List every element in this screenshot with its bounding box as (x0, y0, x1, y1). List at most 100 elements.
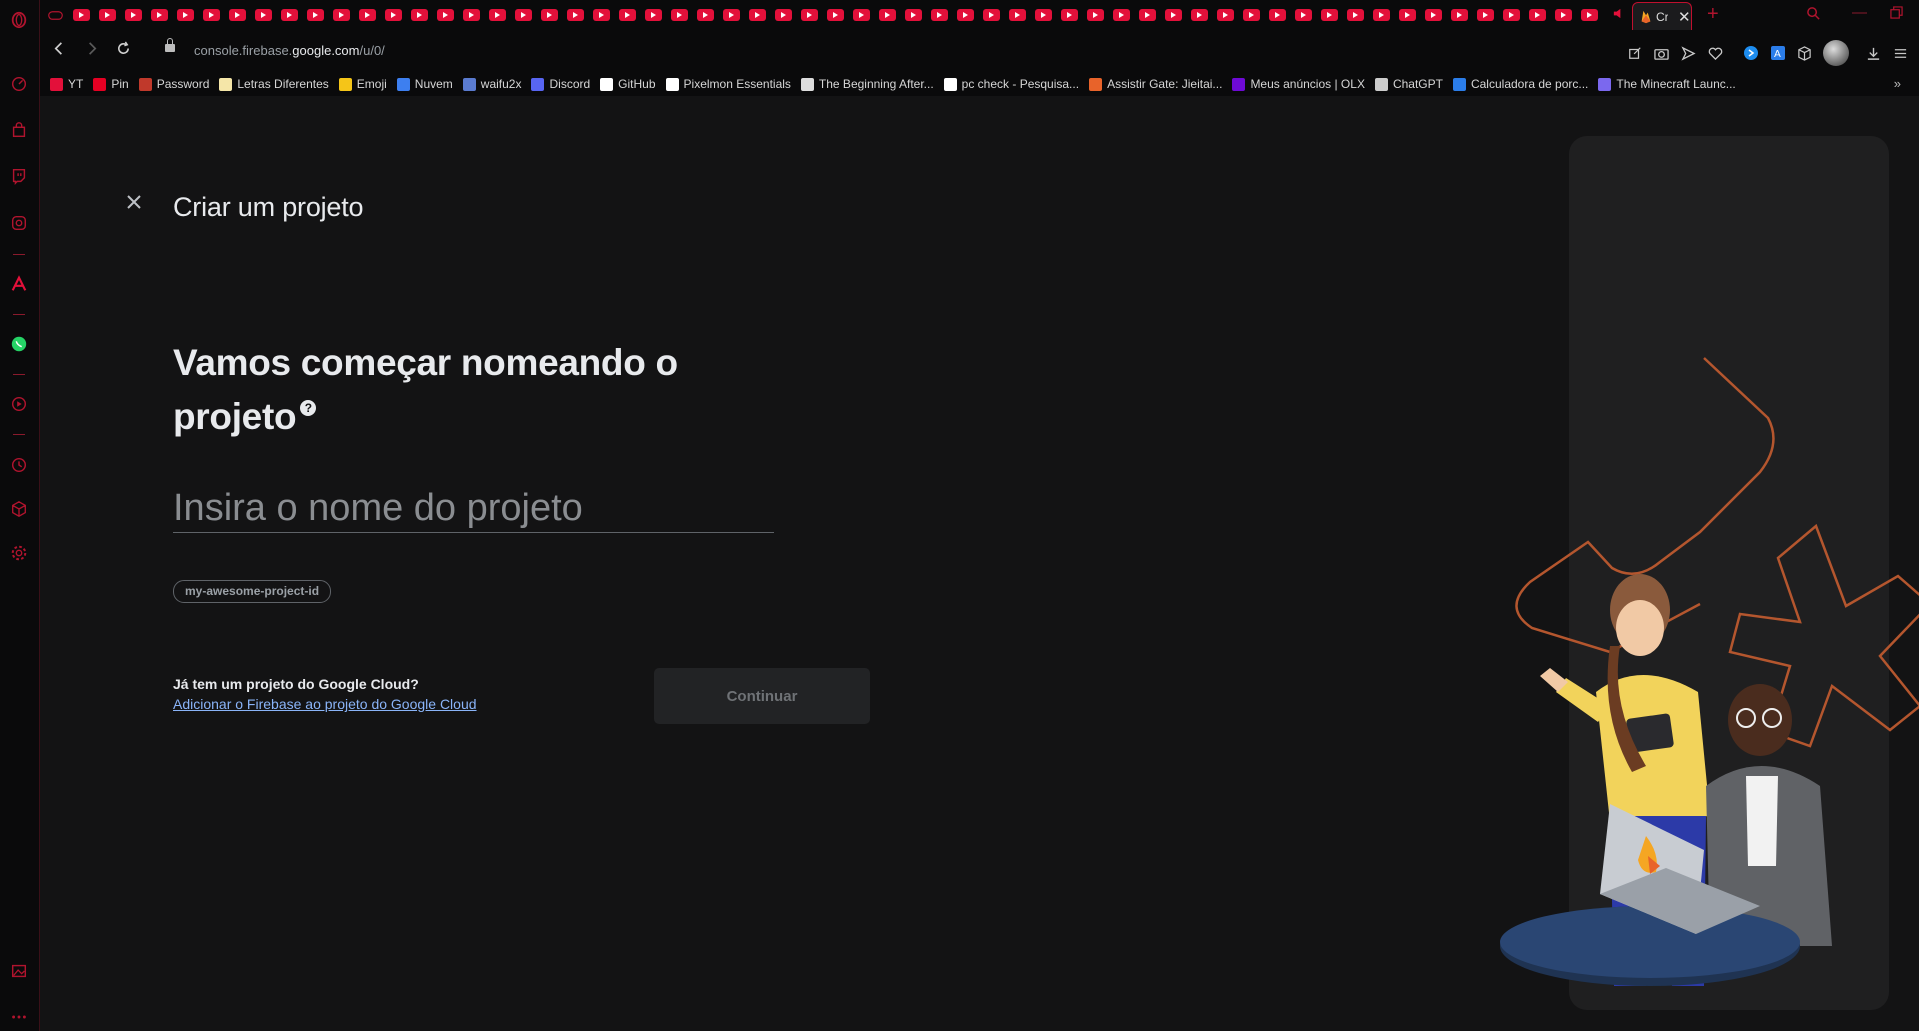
bookmark-item[interactable]: YT (50, 77, 83, 91)
tab-youtube-icon[interactable] (801, 9, 818, 21)
download-icon[interactable] (1865, 45, 1882, 62)
bookmark-item[interactable]: Letras Diferentes (219, 77, 329, 91)
forward-button[interactable] (84, 41, 99, 59)
tab-youtube-icon[interactable] (515, 9, 532, 21)
bookmark-item[interactable]: Assistir Gate: Jieitai... (1089, 77, 1222, 91)
tab-youtube-icon[interactable] (931, 9, 948, 21)
tab-youtube-icon[interactable] (619, 9, 636, 21)
translate-icon[interactable]: A (1769, 45, 1786, 62)
tab-youtube-icon[interactable] (1009, 9, 1026, 21)
bookmark-item[interactable]: ChatGPT (1374, 77, 1443, 91)
bookmark-item[interactable]: Emoji (338, 77, 387, 91)
tab-youtube-icon[interactable] (749, 9, 766, 21)
back-button[interactable] (52, 41, 67, 59)
tab-youtube-icon[interactable] (1191, 9, 1208, 21)
tab-youtube-icon[interactable] (177, 9, 194, 21)
tab-youtube-icon[interactable] (203, 9, 220, 21)
speed-dial-icon[interactable] (9, 74, 29, 94)
shazam-icon[interactable] (1742, 45, 1759, 62)
easy-setup-menu-icon[interactable] (1892, 45, 1909, 62)
gamepad-icon[interactable] (48, 7, 63, 24)
shopping-icon[interactable] (9, 120, 29, 140)
continue-button[interactable]: Continuar (654, 668, 870, 724)
bookmark-item[interactable]: Pixelmon Essentials (665, 77, 791, 91)
close-icon[interactable] (124, 192, 144, 212)
project-id-chip[interactable]: my-awesome-project-id (173, 580, 332, 603)
add-firebase-to-gcp-link[interactable]: Adicionar o Firebase ao projeto do Googl… (173, 696, 477, 712)
tab-youtube-icon[interactable] (593, 9, 610, 21)
profile-avatar[interactable] (1823, 40, 1849, 66)
tab-youtube-icon[interactable] (1035, 9, 1052, 21)
lock-icon[interactable] (165, 38, 175, 52)
tab-youtube-icon[interactable] (411, 9, 428, 21)
tab-youtube-icon[interactable] (1217, 9, 1234, 21)
tab-youtube-icon[interactable] (1399, 9, 1416, 21)
tab-youtube-icon[interactable] (1581, 9, 1598, 21)
tab-youtube-icon[interactable] (125, 9, 142, 21)
tab-youtube-icon[interactable] (281, 9, 298, 21)
url-field[interactable]: console.firebase.google.com/u/0/ (194, 43, 385, 58)
twitch-icon[interactable] (9, 166, 29, 186)
tab-youtube-icon[interactable] (983, 9, 1000, 21)
bookmark-item[interactable]: Meus anúncios | OLX (1232, 77, 1365, 91)
tab-youtube-icon[interactable] (489, 9, 506, 21)
tab-youtube-icon[interactable] (1165, 9, 1182, 21)
tab-youtube-icon[interactable] (255, 9, 272, 21)
extensions-icon[interactable] (1796, 45, 1813, 62)
tab-youtube-icon[interactable] (1087, 9, 1104, 21)
tab-youtube-icon[interactable] (1139, 9, 1156, 21)
tab-youtube-icon[interactable] (99, 9, 116, 21)
aria-icon[interactable] (9, 274, 29, 294)
tab-youtube-icon[interactable] (1347, 9, 1364, 21)
tab-youtube-icon[interactable] (1295, 9, 1312, 21)
bookmark-item[interactable]: pc check - Pesquisa... (943, 77, 1079, 91)
tab-youtube-icon[interactable] (1113, 9, 1130, 21)
tab-youtube-icon[interactable] (723, 9, 740, 21)
bookmark-item[interactable]: Discord (531, 77, 590, 91)
send-icon[interactable] (1680, 45, 1697, 62)
whatsapp-icon[interactable] (9, 334, 29, 354)
tab-youtube-icon[interactable] (541, 9, 558, 21)
tab-youtube-icon[interactable] (1425, 9, 1442, 21)
tab-youtube-icon[interactable] (437, 9, 454, 21)
tab-youtube-icon[interactable] (1451, 9, 1468, 21)
opera-logo-icon[interactable] (9, 10, 29, 30)
tab-youtube-icon[interactable] (645, 9, 662, 21)
tab-youtube-icon[interactable] (567, 9, 584, 21)
tab-youtube-icon[interactable] (1477, 9, 1494, 21)
tab-youtube-icon[interactable] (307, 9, 324, 21)
tab-youtube-icon[interactable] (957, 9, 974, 21)
tab-youtube-icon[interactable] (1243, 9, 1260, 21)
tab-youtube-icon[interactable] (463, 9, 480, 21)
bookmark-item[interactable]: waifu2x (462, 77, 521, 91)
minimize-button[interactable]: — (1852, 4, 1867, 21)
bookmarks-overflow-icon[interactable]: » (1894, 76, 1901, 91)
tab-youtube-icon[interactable] (775, 9, 792, 21)
tab-youtube-icon[interactable] (879, 9, 896, 21)
edit-share-icon[interactable] (1626, 45, 1643, 62)
tab-youtube-icon[interactable] (333, 9, 350, 21)
settings-gear-icon[interactable] (9, 543, 29, 563)
wallpaper-icon[interactable] (9, 961, 29, 981)
extensions-cube-icon[interactable] (9, 499, 29, 519)
bookmark-item[interactable]: The Beginning After... (800, 77, 934, 91)
tab-youtube-icon[interactable] (853, 9, 870, 21)
restore-button[interactable] (1890, 6, 1903, 23)
tab-youtube-icon[interactable] (1555, 9, 1572, 21)
tab-youtube-icon[interactable] (229, 9, 246, 21)
instagram-icon[interactable] (9, 213, 29, 233)
tab-youtube-icon[interactable] (1269, 9, 1286, 21)
tab-youtube-icon[interactable] (151, 9, 168, 21)
tab-youtube-icon[interactable] (385, 9, 402, 21)
tab-youtube-icon[interactable] (905, 9, 922, 21)
bookmark-item[interactable]: Password (138, 77, 209, 91)
snapshot-camera-icon[interactable] (1653, 45, 1670, 62)
new-tab-button[interactable]: + (1707, 3, 1719, 26)
tab-youtube-icon[interactable] (671, 9, 688, 21)
bookmark-item[interactable]: Calculadora de porc... (1452, 77, 1588, 91)
bookmark-item[interactable]: GitHub (600, 77, 656, 91)
heart-icon[interactable] (1707, 45, 1724, 62)
tab-youtube-icon[interactable] (827, 9, 844, 21)
tab-youtube-icon[interactable] (697, 9, 714, 21)
player-icon[interactable] (9, 394, 29, 414)
